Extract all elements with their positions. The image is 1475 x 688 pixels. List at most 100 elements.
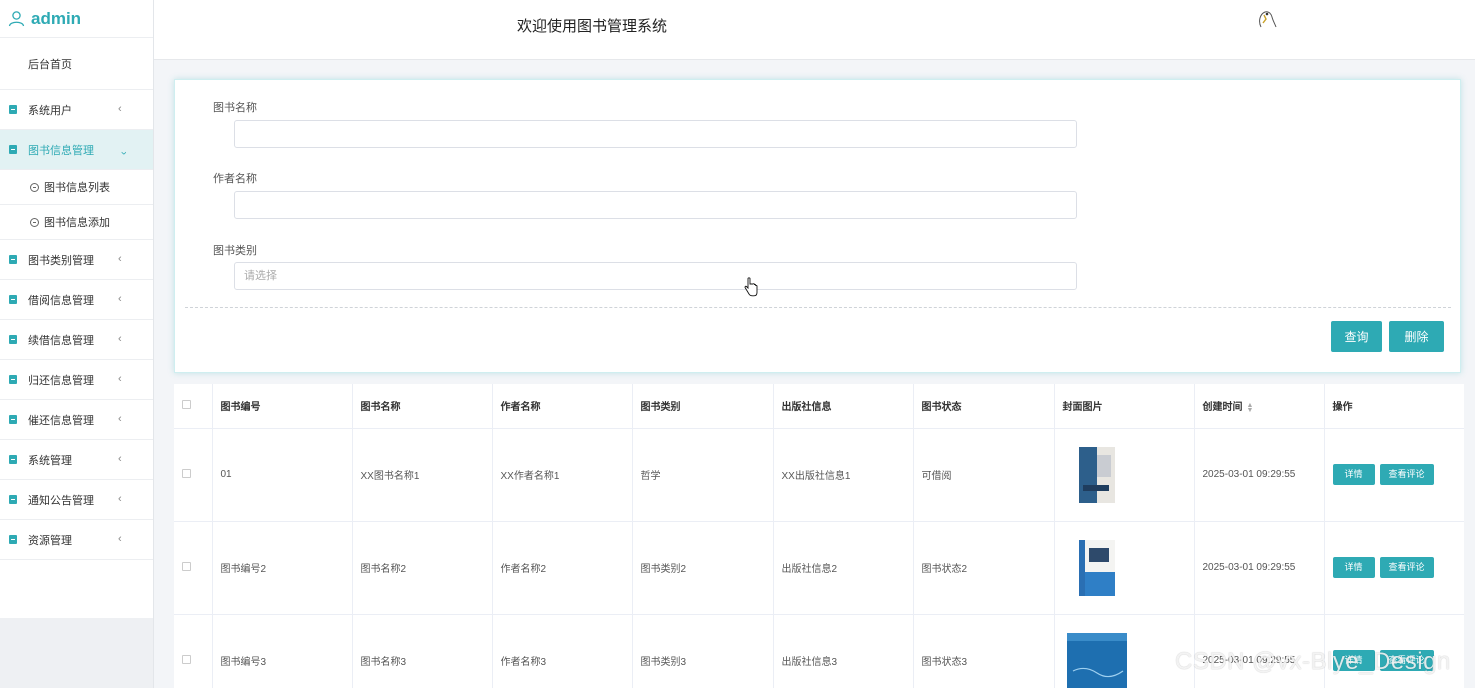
sidebar-subitem-label: 图书信息列表 — [44, 182, 110, 194]
cell-status: 图书状态3 — [913, 614, 1055, 688]
top-header: 欢迎使用图书管理系统 — [154, 0, 1475, 60]
sidebar-item-book-category[interactable]: 图书类别管理 ‹ — [0, 240, 153, 280]
sidebar-item-label: 续借信息管理 — [28, 334, 94, 347]
watermark: CSDN @vx-Blye_Design — [1175, 648, 1451, 675]
cell-actions: 详情 查看评论 — [1324, 428, 1464, 522]
sidebar-item-renew[interactable]: 续借信息管理 ‹ — [0, 320, 153, 360]
view-comments-button[interactable]: 查看评论 — [1379, 557, 1434, 578]
book-name-label: 图书名称 — [213, 102, 257, 114]
cell-publisher: 出版社信息3 — [773, 614, 914, 688]
author-label: 作者名称 — [213, 173, 257, 185]
cell-category: 图书类别2 — [632, 521, 774, 615]
cell-id: 图书编号3 — [212, 614, 353, 688]
detail-button[interactable]: 详情 — [1332, 464, 1375, 485]
book-cover-image — [1078, 446, 1115, 503]
document-icon — [9, 145, 17, 154]
checkbox[interactable] — [182, 399, 191, 409]
row-checkbox-cell[interactable] — [174, 614, 213, 688]
cell-created: 2025-03-01 09:29:55 — [1194, 521, 1325, 615]
brand-name: admin — [31, 8, 82, 28]
sidebar-item-system-users[interactable]: 系统用户 ‹ — [0, 90, 153, 130]
chevron-left-icon: ‹ — [118, 103, 122, 115]
chevron-left-icon: ‹ — [118, 493, 122, 505]
cell-author: 作者名称2 — [492, 521, 633, 615]
cell-publisher: 出版社信息2 — [773, 521, 914, 615]
column-header: 操作 — [1324, 384, 1464, 429]
chevron-down-icon: ‹ — [118, 151, 130, 155]
select-all-checkbox[interactable] — [174, 384, 213, 429]
sidebar-item-system[interactable]: 系统管理 ‹ — [0, 440, 153, 480]
column-header: 图书编号 — [212, 384, 353, 429]
document-icon — [9, 105, 17, 114]
column-header: 图书状态 — [913, 384, 1055, 429]
sidebar-item-resources[interactable]: 资源管理 ‹ — [0, 520, 153, 560]
sidebar-item-label: 资源管理 — [28, 534, 72, 547]
chevron-left-icon: ‹ — [118, 253, 122, 265]
row-checkbox-cell[interactable] — [174, 428, 213, 522]
book-cover-image — [1078, 539, 1115, 596]
column-header: 图书名称 — [352, 384, 493, 429]
column-header: 图书类别 — [632, 384, 774, 429]
document-icon — [9, 415, 17, 424]
book-name-input[interactable] — [234, 120, 1077, 148]
cell-status: 图书状态2 — [913, 521, 1055, 615]
document-icon — [9, 335, 17, 344]
page-title: 欢迎使用图书管理系统 — [517, 18, 668, 35]
cell-name: 图书名称3 — [352, 614, 493, 688]
sidebar: admin 后台首页 系统用户 ‹ 图书信息管理 ‹ 图书信息列表 图书信息添加… — [0, 0, 154, 688]
row-checkbox-cell[interactable] — [174, 521, 213, 615]
hand-cursor-icon — [744, 277, 758, 297]
cell-category: 哲学 — [632, 428, 774, 522]
sidebar-item-book-info[interactable]: 图书信息管理 ‹ — [0, 130, 153, 170]
book-table: 图书编号 图书名称 作者名称 图书类别 出版社信息 图书状态 封面图片 创建时间… — [174, 384, 1464, 688]
cell-cover — [1054, 521, 1195, 615]
sidebar-item-label: 归还信息管理 — [28, 374, 94, 387]
chevron-left-icon: ‹ — [118, 413, 122, 425]
checkbox[interactable] — [182, 468, 191, 478]
minus-circle-icon — [30, 182, 39, 192]
checkbox[interactable] — [182, 654, 191, 664]
cell-publisher: XX出版社信息1 — [773, 428, 914, 522]
column-header: 封面图片 — [1054, 384, 1195, 429]
sidebar-item-notice[interactable]: 通知公告管理 ‹ — [0, 480, 153, 520]
sidebar-item-reminder[interactable]: 催还信息管理 ‹ — [0, 400, 153, 440]
column-header: 出版社信息 — [773, 384, 914, 429]
sidebar-subitem-book-list[interactable]: 图书信息列表 — [0, 170, 153, 205]
cell-category: 图书类别3 — [632, 614, 774, 688]
sidebar-item-return[interactable]: 归还信息管理 ‹ — [0, 360, 153, 400]
column-header: 作者名称 — [492, 384, 633, 429]
document-icon — [9, 495, 17, 504]
chevron-left-icon: ‹ — [118, 453, 122, 465]
author-input[interactable] — [234, 191, 1077, 219]
sort-icon[interactable]: ▲ ▼ — [1247, 402, 1254, 414]
sidebar-item-home[interactable]: 后台首页 — [0, 38, 153, 90]
sidebar-spacer — [0, 560, 153, 618]
view-comments-button[interactable]: 查看评论 — [1379, 464, 1434, 485]
delete-button[interactable]: 删除 — [1389, 321, 1444, 352]
cell-name: XX图书名称1 — [352, 428, 493, 522]
column-header-label: 创建时间 — [1202, 402, 1243, 414]
document-icon — [9, 375, 17, 384]
category-label: 图书类别 — [213, 245, 257, 257]
chevron-left-icon: ‹ — [118, 373, 122, 385]
sidebar-subitem-book-add[interactable]: 图书信息添加 — [0, 205, 153, 240]
detail-button[interactable]: 详情 — [1332, 557, 1375, 578]
cell-created: 2025-03-01 09:29:55 — [1194, 428, 1325, 522]
table-row: 01 XX图书名称1 XX作者名称1 哲学 XX出版社信息1 可借阅 2025-… — [174, 428, 1464, 522]
checkbox[interactable] — [182, 561, 191, 571]
sidebar-item-label: 图书信息管理 — [28, 144, 94, 157]
document-icon — [9, 295, 17, 304]
table-header-row: 图书编号 图书名称 作者名称 图书类别 出版社信息 图书状态 封面图片 创建时间… — [174, 384, 1464, 429]
document-icon — [9, 255, 17, 264]
category-select[interactable]: 请选择 — [234, 262, 1077, 290]
user-icon — [8, 11, 25, 27]
avatar[interactable] — [1252, 5, 1280, 33]
divider — [185, 307, 1451, 308]
created-time-header[interactable]: 创建时间 ▲ ▼ — [1194, 384, 1325, 429]
brand: admin — [0, 0, 153, 38]
cell-status: 可借阅 — [913, 428, 1055, 522]
cell-id: 01 — [212, 428, 353, 522]
sidebar-item-borrow[interactable]: 借阅信息管理 ‹ — [0, 280, 153, 320]
query-button[interactable]: 查询 — [1331, 321, 1382, 352]
sidebar-item-label: 借阅信息管理 — [28, 294, 94, 307]
